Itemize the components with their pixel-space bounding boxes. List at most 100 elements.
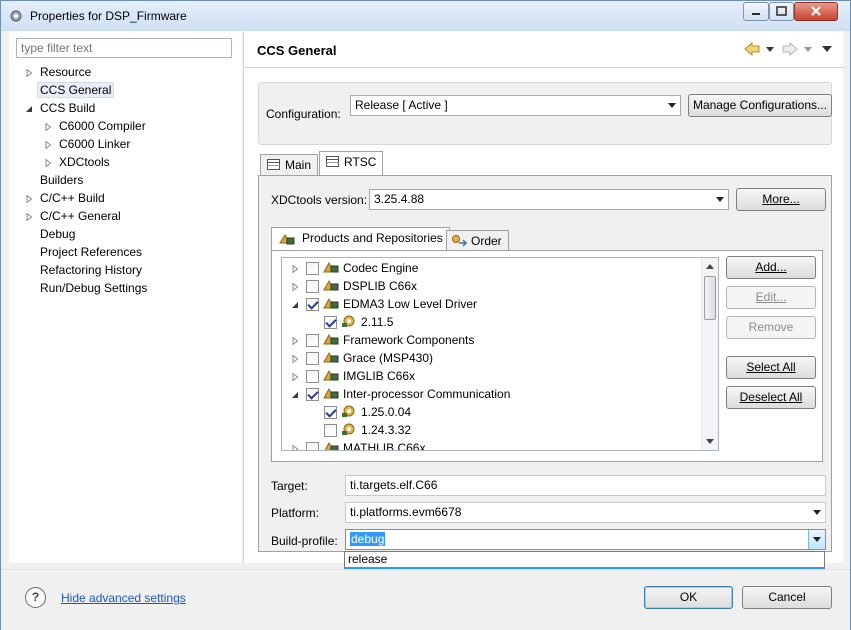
manage-configurations-button[interactable]: Manage Configurations...	[688, 94, 832, 117]
minimize-button[interactable]	[743, 2, 769, 21]
tree-item-debug[interactable]: Debug	[40, 226, 75, 242]
tree-collapsed-icon[interactable]	[291, 355, 299, 363]
tab-main[interactable]: Main	[260, 154, 319, 175]
tree-item-xdctools[interactable]: XDCtools	[59, 154, 110, 170]
product-row-codec-engine[interactable]: Codec Engine	[282, 259, 702, 277]
tree-item-ccs-build[interactable]: CCS Build	[40, 100, 95, 116]
tree-item-refactoring-history[interactable]: Refactoring History	[40, 262, 142, 278]
product-row-imglib-c66x[interactable]: IMGLIB C66x	[282, 367, 702, 385]
tree-collapsed-icon[interactable]	[291, 283, 299, 291]
tree-expanded-icon[interactable]	[291, 301, 299, 309]
product-row-1-24-3-32[interactable]: 1.24.3.32	[282, 421, 702, 439]
help-icon[interactable]: ?	[25, 587, 46, 608]
tree-collapsed-icon[interactable]	[291, 337, 299, 345]
platform-select[interactable]: ti.platforms.evm6678	[345, 502, 826, 523]
product-checkbox[interactable]	[324, 424, 337, 437]
product-checkbox[interactable]	[306, 334, 319, 347]
tree-item-resource[interactable]: Resource	[40, 64, 91, 80]
tree-item-ccs-general[interactable]: CCS General	[37, 82, 115, 98]
tree-collapsed-icon[interactable]	[44, 141, 52, 149]
product-checkbox[interactable]	[306, 262, 319, 275]
product-row-inter-processor-communication[interactable]: Inter-processor Communication	[282, 385, 702, 403]
filter-input[interactable]	[16, 38, 232, 58]
tree-collapsed-icon[interactable]	[44, 159, 52, 167]
tab-products-and-repositories[interactable]: Products and Repositories	[271, 227, 450, 250]
tree-collapsed-icon[interactable]	[25, 69, 33, 77]
configuration-select[interactable]: Release [ Active ]	[350, 95, 681, 116]
product-label: EDMA3 Low Level Driver	[343, 297, 478, 311]
tab-order[interactable]: Order	[446, 230, 509, 250]
hide-advanced-settings-link[interactable]: Hide advanced settings	[61, 591, 186, 605]
product-row-grace-msp430[interactable]: Grace (MSP430)	[282, 349, 702, 367]
tree-item-c6000-linker[interactable]: C6000 Linker	[59, 136, 130, 152]
tree-item-run-debug-settings[interactable]: Run/Debug Settings	[40, 280, 147, 296]
product-row-edma3-low-level-driver[interactable]: EDMA3 Low Level Driver	[282, 295, 702, 313]
products-tree[interactable]: Codec Engine DSPLIB C66x EDMA3 Low Level D…	[281, 257, 719, 451]
remove-button[interactable]: Remove	[726, 316, 816, 339]
tree-item-builders[interactable]: Builders	[40, 172, 83, 188]
products-scrollbar[interactable]	[701, 258, 718, 450]
build-profile-label: Build-profile:	[271, 534, 338, 548]
close-button[interactable]	[794, 2, 838, 21]
select-all-button[interactable]: Select All	[726, 356, 816, 379]
dropdown-option-release[interactable]: release	[345, 552, 824, 567]
navigation-tree-panel: Resource CCS General CCS Build C6000 Compil…	[9, 31, 242, 563]
scrollbar-thumb[interactable]	[704, 276, 716, 320]
header-separator	[244, 67, 844, 68]
back-arrow-icon[interactable]	[744, 42, 760, 56]
dialog-footer: ? Hide advanced settings OK Cancel	[1, 569, 850, 630]
product-checkbox[interactable]	[306, 298, 319, 311]
tree-collapsed-icon[interactable]	[291, 445, 299, 450]
tree-collapsed-icon[interactable]	[44, 123, 52, 131]
product-checkbox[interactable]	[306, 388, 319, 401]
product-row-2-11-5[interactable]: 2.11.5	[282, 313, 702, 331]
deselect-all-button[interactable]: Deselect All	[726, 386, 816, 409]
ok-button[interactable]: OK	[644, 586, 733, 609]
product-label: Codec Engine	[343, 261, 419, 275]
chevron-down-icon	[668, 103, 676, 108]
tree-collapsed-icon[interactable]	[25, 213, 33, 221]
build-profile-dropdown-button[interactable]	[808, 530, 825, 549]
tree-expanded-icon[interactable]	[25, 105, 33, 113]
product-row-dsplib-c66x[interactable]: DSPLIB C66x	[282, 277, 702, 295]
deselect-all-button-label: Deselect All	[739, 390, 803, 404]
tree-collapsed-icon[interactable]	[25, 195, 33, 203]
forward-menu-chevron-icon	[804, 47, 812, 52]
product-label: Inter-processor Communication	[343, 387, 511, 401]
product-checkbox[interactable]	[324, 316, 337, 329]
product-checkbox[interactable]	[324, 406, 337, 419]
scroll-down-icon[interactable]	[706, 439, 714, 444]
xdctools-version-select[interactable]: 3.25.4.88	[369, 189, 729, 210]
tree-item-project-references[interactable]: Project References	[40, 244, 142, 260]
title-bar: Properties for DSP_Firmware	[1, 1, 850, 31]
product-checkbox[interactable]	[306, 352, 319, 365]
cancel-button[interactable]: Cancel	[742, 586, 832, 609]
close-icon	[811, 6, 821, 16]
more-button[interactable]: More...	[736, 188, 826, 211]
tree-collapsed-icon[interactable]	[291, 265, 299, 273]
tree-item-c-c-general[interactable]: C/C++ General	[40, 208, 121, 224]
edit-button[interactable]: Edit...	[726, 286, 816, 309]
back-menu-chevron-icon[interactable]	[766, 47, 774, 53]
tree-collapsed-icon[interactable]	[291, 373, 299, 381]
tab-rtsc[interactable]: RTSC	[319, 151, 384, 175]
tree-expanded-icon[interactable]	[291, 391, 299, 399]
rtsc-tab-content: XDCtools version: 3.25.4.88 More... Prod…	[258, 175, 832, 552]
maximize-button[interactable]	[769, 2, 794, 21]
product-label: Grace (MSP430)	[343, 351, 434, 365]
product-row-1-25-0-04[interactable]: 1.25.0.04	[282, 403, 702, 421]
add-button[interactable]: Add...	[726, 256, 816, 279]
product-checkbox[interactable]	[306, 442, 319, 450]
product-checkbox[interactable]	[306, 280, 319, 293]
tree-item-c-c-build[interactable]: C/C++ Build	[40, 190, 105, 206]
view-menu-icon[interactable]	[822, 46, 832, 53]
product-row-framework-components[interactable]: Framework Components	[282, 331, 702, 349]
product-checkbox[interactable]	[306, 370, 319, 383]
xdctools-version-label: XDCtools version:	[271, 193, 368, 207]
build-profile-select[interactable]: debug	[345, 529, 826, 550]
product-row-mathlib-c66x[interactable]: MATHLIB C66x	[282, 439, 702, 450]
scroll-up-icon[interactable]	[706, 264, 714, 269]
page-title: CCS General	[257, 43, 337, 58]
target-field[interactable]: ti.targets.elf.C66	[345, 475, 826, 496]
tree-item-c6000-compiler[interactable]: C6000 Compiler	[59, 118, 146, 134]
